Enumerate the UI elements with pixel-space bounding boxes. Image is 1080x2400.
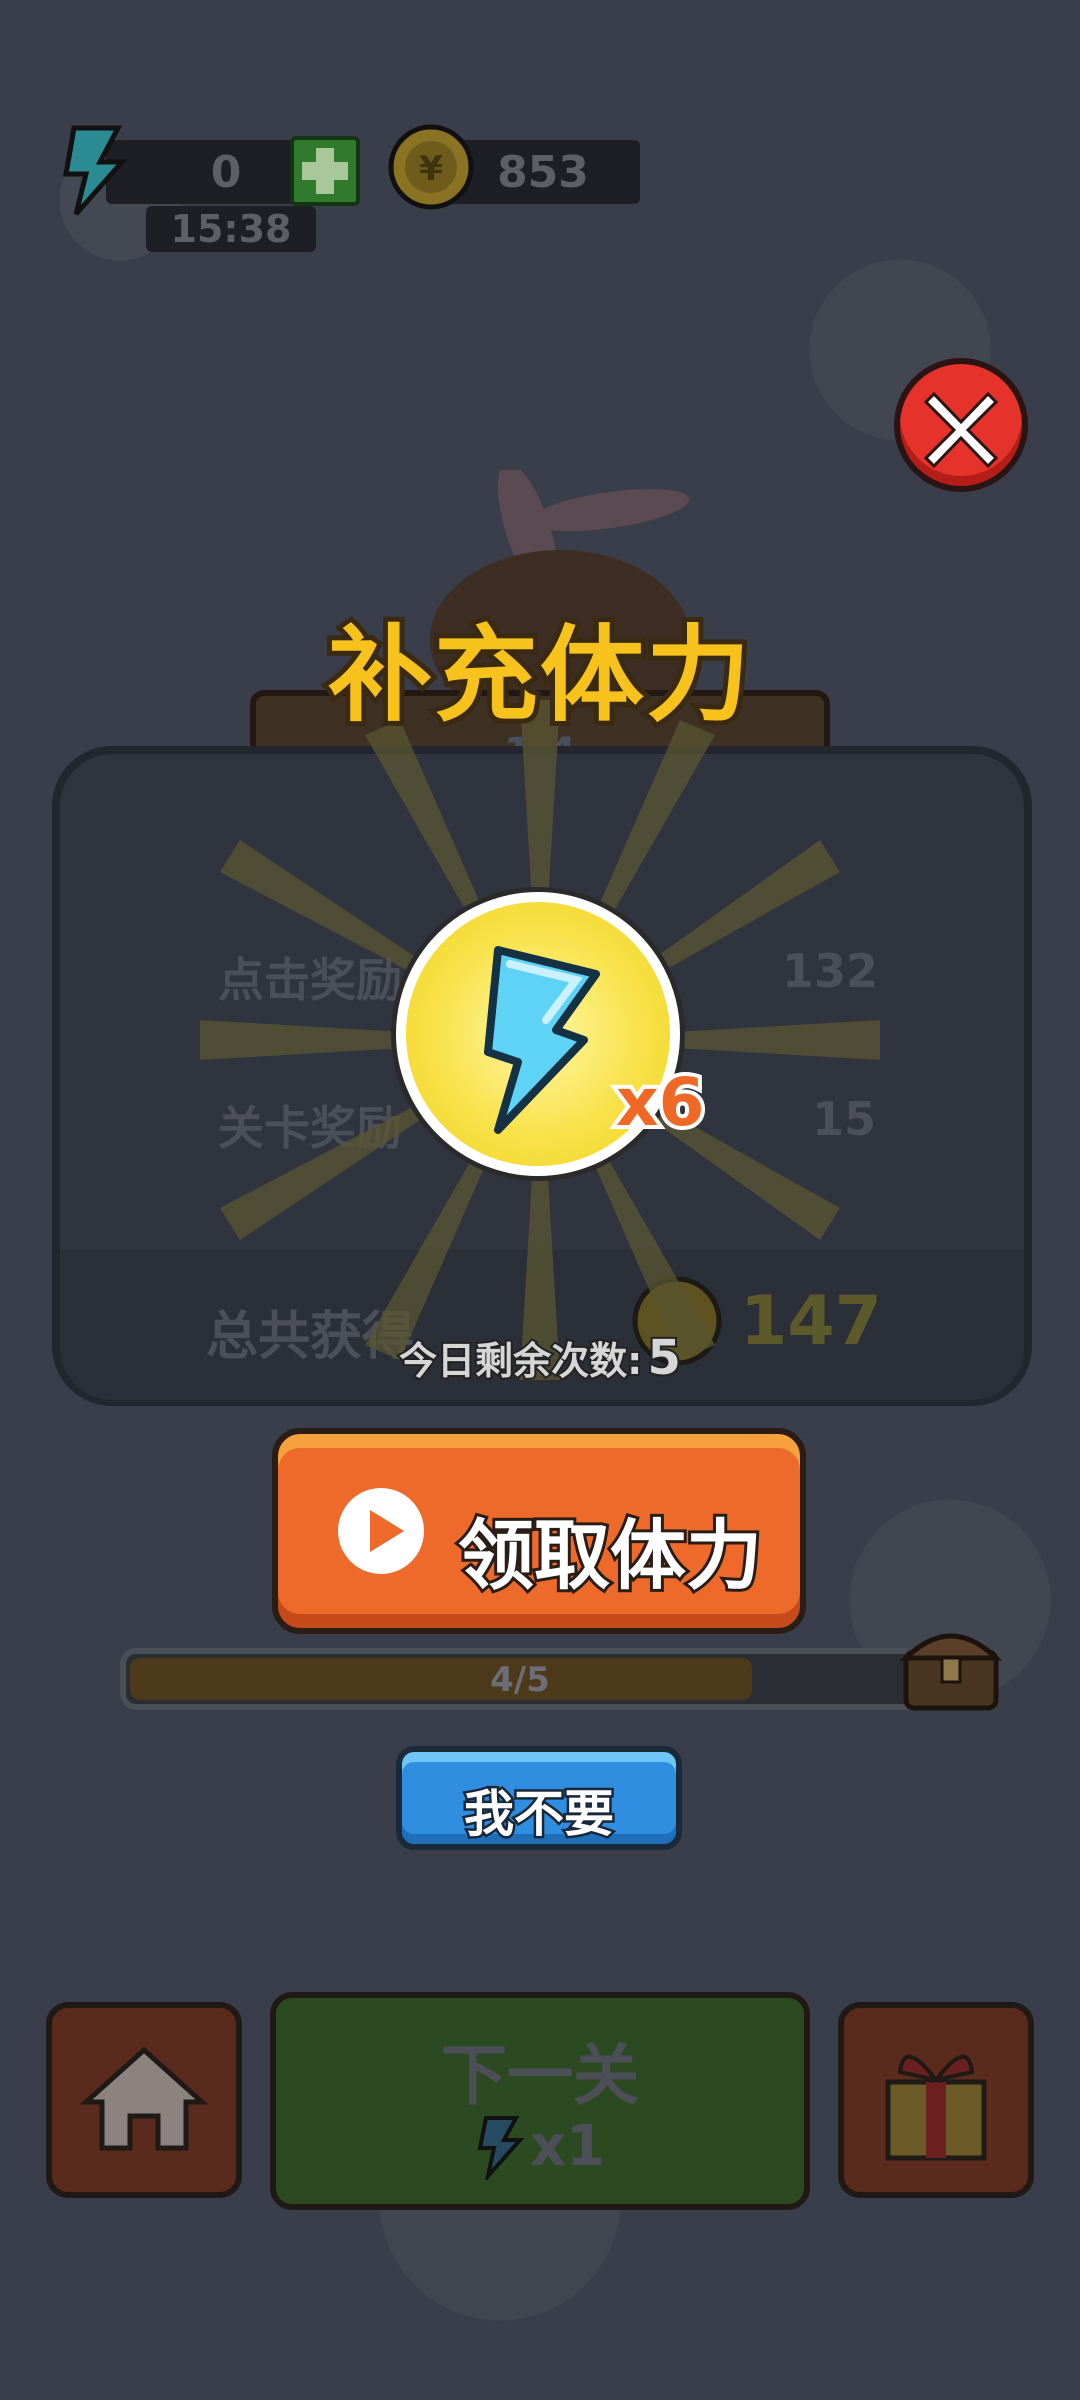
coins-value: 853 (497, 146, 589, 198)
play-video-icon (338, 1488, 424, 1574)
coin-icon: ¥ (388, 124, 474, 210)
claim-label: 领取体力 (455, 1508, 765, 1603)
gift-button[interactable] (838, 2002, 1034, 2198)
ad-progress-bar: 4/5 (120, 1648, 920, 1710)
decline-button[interactable]: 我不要 (396, 1746, 682, 1850)
add-energy-button[interactable] (290, 136, 360, 206)
lightning-icon (63, 125, 128, 216)
reward-multiplier: x6 (612, 1060, 708, 1145)
energy-value: 0 (210, 146, 242, 198)
next-level-label: 下一关 (441, 2037, 639, 2114)
next-level-button[interactable]: 下一关 x1 (270, 1992, 810, 2210)
plus-icon (302, 148, 348, 194)
popup-title-text: 补充体力 (323, 609, 755, 741)
popup-title: 补充体力 (300, 590, 780, 741)
close-icon (923, 391, 999, 469)
energy-timer: 15:38 (146, 206, 316, 252)
remaining-value: 5 (645, 1328, 682, 1388)
remaining-count: 今日剩余次数: 5 (370, 1328, 710, 1388)
next-level-cost: x1 (476, 2108, 616, 2188)
gift-icon (885, 2054, 987, 2161)
lightning-icon (477, 2116, 525, 2180)
next-level-cost-value: x1 (530, 2114, 606, 2179)
close-button[interactable] (894, 358, 1028, 492)
treasure-chest-icon[interactable] (896, 1608, 1006, 1718)
ad-progress-text: 4/5 (490, 1660, 550, 1700)
claim-energy-button[interactable]: 领取体力 (272, 1428, 806, 1634)
svg-text:¥: ¥ (419, 149, 443, 189)
decline-label: 我不要 (462, 1783, 617, 1846)
home-icon (79, 2046, 209, 2151)
home-button[interactable] (46, 2002, 242, 2198)
remaining-label: 今日剩余次数: (397, 1337, 644, 1385)
